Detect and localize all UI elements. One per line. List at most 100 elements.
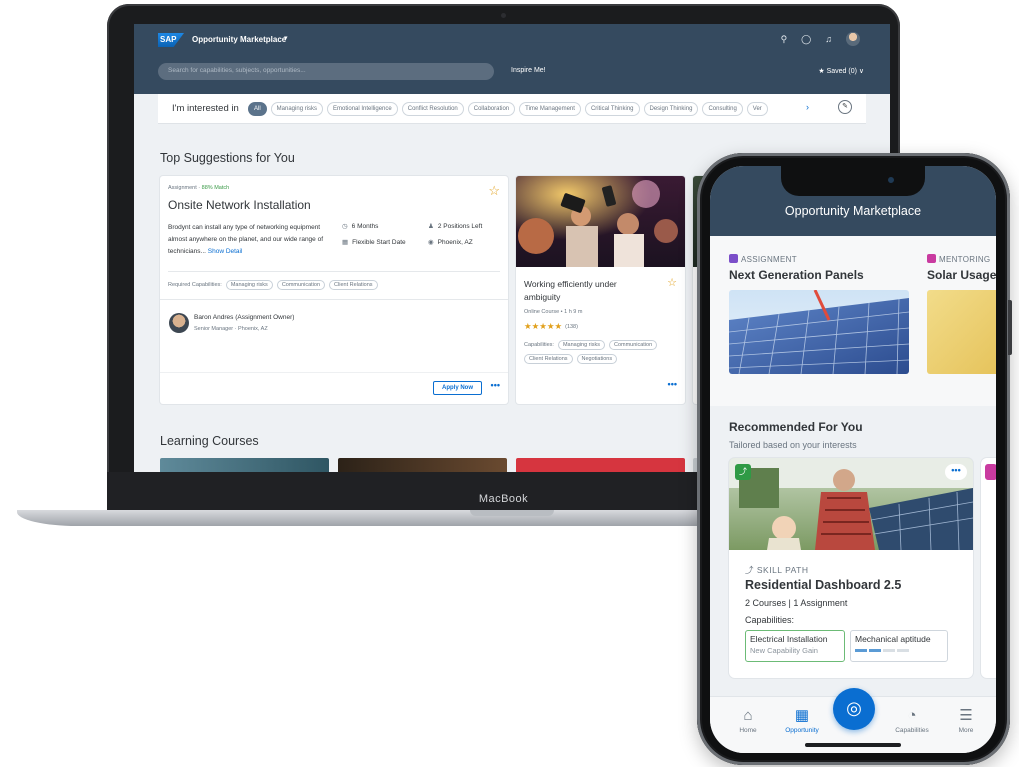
tab-more[interactable]: ☰ More: [946, 707, 986, 734]
capability-electrical-installation[interactable]: Electrical Installation New Capability G…: [745, 630, 845, 662]
star-icon[interactable]: ☆: [667, 276, 677, 289]
tab-label: Home: [739, 727, 757, 734]
owner-name[interactable]: Baron Andres (Assignment Owner): [194, 314, 294, 321]
card-image: ⤴ •••: [729, 458, 973, 551]
course-card[interactable]: Working efficiently under ambiguity ☆ On…: [516, 176, 685, 404]
tab-home[interactable]: ⌂ Home: [728, 707, 768, 734]
course-thumbnail[interactable]: [516, 458, 685, 472]
tab-capabilities[interactable]: ◔ Capabilities: [892, 707, 932, 734]
course-thumbnail[interactable]: [338, 458, 507, 472]
owner-avatar[interactable]: [169, 313, 189, 333]
interest-chips: All Managing risks Emotional Intelligenc…: [248, 102, 768, 116]
positions-fact: ♟ 2 Positions Left: [428, 222, 508, 230]
card-type: Assignment: [168, 185, 197, 191]
solar-panel-photo: [729, 290, 909, 374]
tab-opportunity[interactable]: ▦ Opportunity: [782, 707, 822, 734]
capability-tag[interactable]: Managing risks: [225, 280, 273, 290]
chip[interactable]: Emotional Intelligence: [327, 102, 398, 116]
edit-icon[interactable]: ✎: [838, 100, 852, 114]
more-icon[interactable]: •••: [491, 380, 500, 390]
tab-label: More: [958, 727, 974, 734]
chevron-right-icon[interactable]: ›: [806, 102, 809, 112]
capability-tag[interactable]: Managing risks: [557, 340, 605, 350]
card-title[interactable]: Residential Dashboard 2.5: [745, 578, 901, 592]
capability-tag[interactable]: Client Relations: [524, 354, 573, 364]
rating-stars: ★★★★★: [524, 321, 563, 331]
calendar-icon: ▦: [342, 239, 349, 246]
card-title[interactable]: Onsite Network Installation: [168, 198, 311, 212]
laptop-camera: [501, 13, 506, 18]
phone-side-button: [1008, 300, 1012, 355]
capability-mechanical-aptitude[interactable]: Mechanical aptitude: [850, 630, 948, 662]
card-type-label: SKILL PATH: [756, 565, 809, 575]
divider: [168, 271, 500, 272]
chip[interactable]: Managing risks: [270, 102, 324, 116]
course-thumbnail[interactable]: [160, 458, 329, 472]
phone-screen: Opportunity Marketplace ASSIGNMENT Next …: [710, 166, 996, 753]
capabilities-label: Capabilities:: [745, 615, 795, 625]
search-icon[interactable]: ⚲: [781, 34, 788, 45]
sap-logo[interactable]: SAP: [158, 33, 184, 47]
required-label: Required Capabilities:: [168, 282, 222, 288]
assistant-fab-button[interactable]: ◎: [833, 688, 875, 730]
card-subtitle: 2 Courses | 1 Assignment: [745, 598, 848, 608]
card-title[interactable]: Solar Usage: [927, 268, 996, 282]
course-meta: Online Course • 1 h 9 m: [524, 309, 583, 315]
course-capabilities: Capabilities: Managing risks Communicati…: [524, 340, 674, 364]
capability-tag[interactable]: Negotiations: [576, 354, 618, 364]
chip[interactable]: Time Management: [519, 102, 581, 116]
chip[interactable]: Consulting: [702, 102, 743, 116]
inspire-me-link[interactable]: Inspire Me!: [511, 67, 546, 74]
more-icon[interactable]: •••: [945, 464, 967, 480]
more-icon[interactable]: •••: [668, 379, 677, 389]
positions-value: 2 Positions Left: [437, 223, 483, 230]
solar-panels-image[interactable]: [729, 290, 909, 374]
mentoring-icon: [985, 464, 996, 480]
chip[interactable]: Critical Thinking: [584, 102, 640, 116]
saved-button[interactable]: ★ Saved (0) ∨: [818, 67, 864, 75]
star-icon[interactable]: ☆: [488, 183, 500, 199]
assignment-card[interactable]: Assignment · 88% Match Onsite Network In…: [160, 176, 508, 404]
avatar[interactable]: [846, 32, 860, 46]
capability-tag[interactable]: Communication: [276, 280, 326, 290]
section-title-top-suggestions: Top Suggestions for You: [160, 151, 295, 165]
duration-fact: ◷ 6 Months: [342, 222, 428, 230]
capability-name: Mechanical aptitude: [855, 634, 931, 644]
chevron-down-icon[interactable]: ▾: [284, 34, 288, 42]
search-input[interactable]: Search for capabilities, subjects, oppor…: [158, 63, 494, 80]
solar-usage-image[interactable]: [927, 290, 996, 374]
assignment-icon: [729, 254, 738, 263]
owner-role: Senior Manager · Phoenix, AZ: [194, 326, 268, 332]
chip[interactable]: Design Thinking: [643, 102, 699, 116]
start-value: Flexible Start Date: [352, 239, 406, 246]
skill-path-icon: ⤴: [735, 464, 751, 480]
capability-progress: [855, 649, 943, 652]
notification-icon[interactable]: ♫: [825, 34, 832, 44]
chip[interactable]: Conflict Resolution: [401, 102, 464, 116]
phone-notch: [781, 166, 925, 196]
menu-icon: ☰: [959, 707, 973, 724]
app-title[interactable]: Opportunity Marketplace: [192, 35, 286, 44]
show-detail-link[interactable]: Show Detail: [208, 248, 243, 255]
installer-photo: [729, 458, 973, 551]
help-icon[interactable]: ◯: [801, 34, 811, 45]
chip-all[interactable]: All: [248, 102, 267, 116]
clock-icon: ◷: [342, 223, 348, 230]
apply-now-button[interactable]: Apply Now: [433, 381, 482, 395]
duration-value: 6 Months: [351, 223, 379, 230]
chip[interactable]: Ver: [746, 102, 768, 116]
card-type: ASSIGNMENT: [729, 254, 797, 264]
tab-label: Opportunity: [785, 727, 819, 734]
shell-actions: ⚲ ◯ ♫: [781, 32, 860, 46]
chip[interactable]: Collaboration: [467, 102, 516, 116]
card-title[interactable]: Next Generation Panels: [729, 268, 864, 282]
course-title[interactable]: Working efficiently under ambiguity: [524, 278, 654, 304]
next-card-peek[interactable]: [981, 458, 996, 678]
capability-tag[interactable]: Communication: [608, 340, 658, 350]
rating-count: (138): [565, 323, 578, 330]
skill-path-card[interactable]: ⤴ ••• ⤴ SKILL PATH Residential Dashboard…: [729, 458, 973, 678]
capability-tag[interactable]: Client Relations: [329, 280, 378, 290]
card-type: ⤴ SKILL PATH: [745, 564, 808, 576]
tab-label: Capabilities: [895, 727, 929, 734]
home-icon: ⌂: [743, 707, 753, 724]
